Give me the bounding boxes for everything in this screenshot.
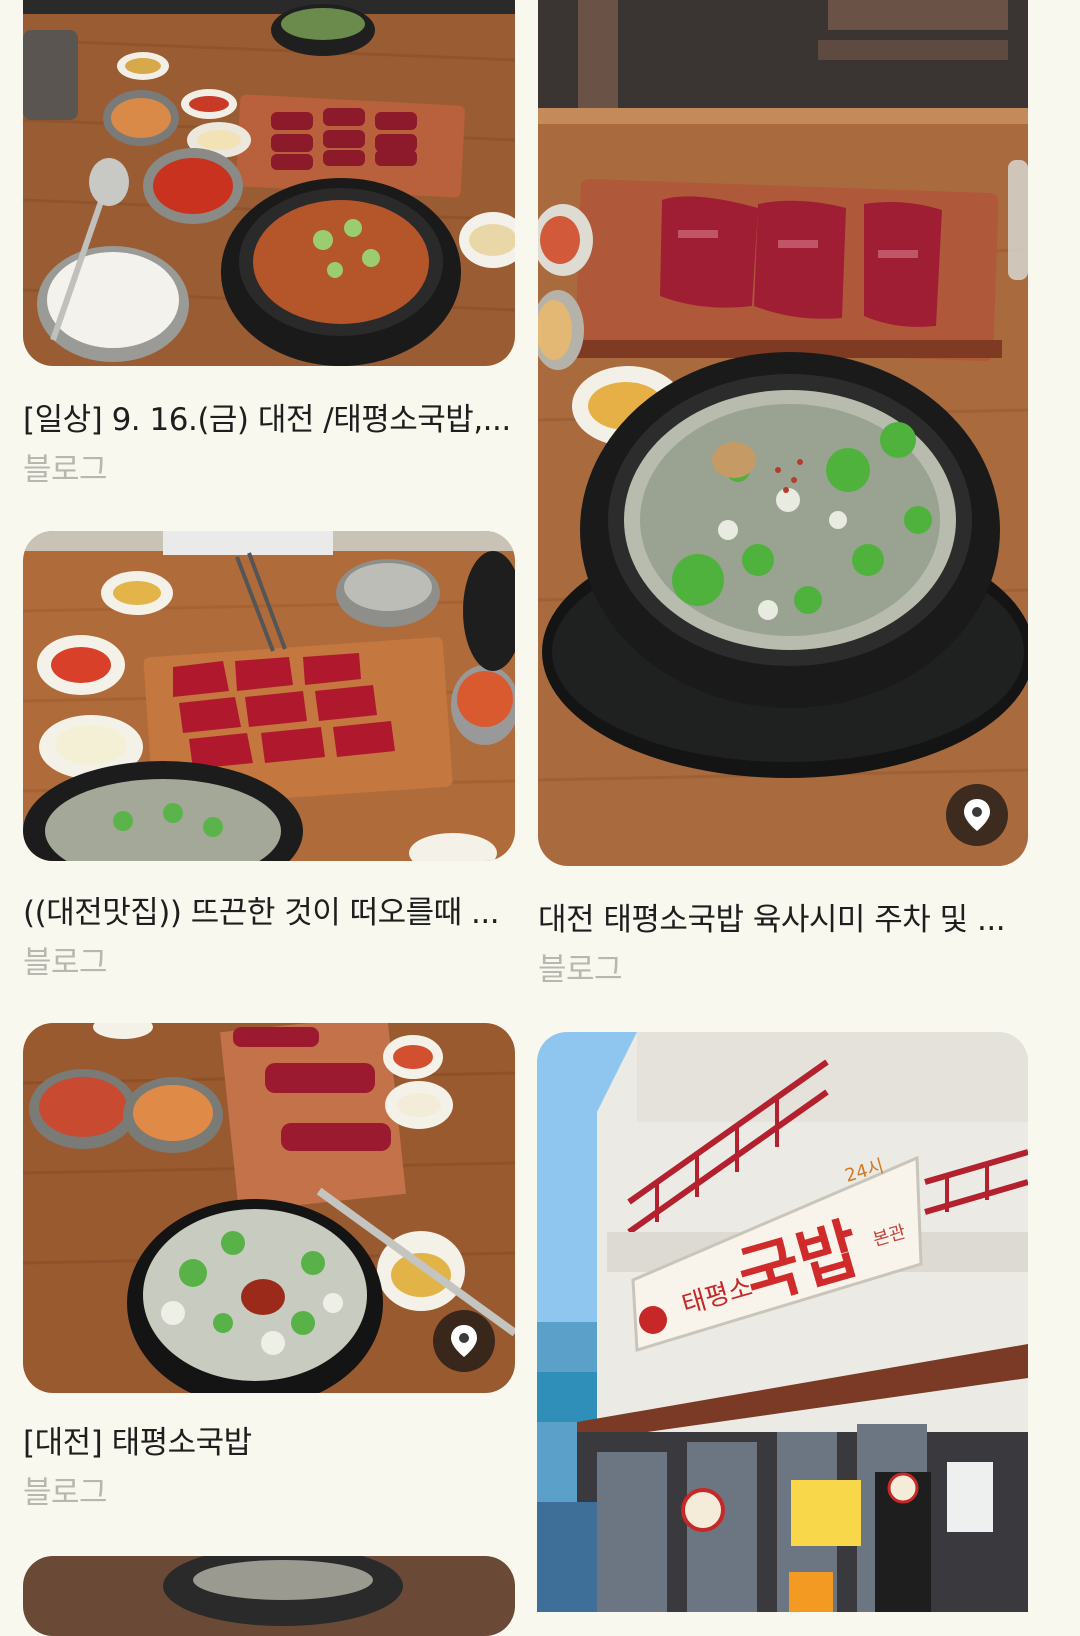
result-card[interactable]: 태평소 국밥 24시 본관 [537,1032,1028,1612]
food-photo [23,0,515,366]
source-label: 블로그 [538,952,623,988]
result-title[interactable]: [일상] 9. 16.(금) 대전 /태평소국밥,... [23,394,515,439]
thumbnail-image[interactable] [23,531,515,861]
source-label: 블로그 [23,452,108,488]
source-label: 블로그 [23,945,108,981]
result-card[interactable]: [일상] 9. 16.(금) 대전 /태평소국밥,... 블로그 [23,0,515,490]
food-photo [538,0,1028,866]
result-card[interactable]: 대전 태평소국밥 육사시미 주차 및 ... 블로그 [538,0,1028,990]
source-label: 블로그 [23,1475,108,1511]
food-photo [23,531,515,861]
location-pin-button[interactable] [946,784,1008,846]
location-pin-button[interactable] [433,1310,495,1372]
result-title[interactable]: [대전] 태평소국밥 [23,1417,515,1462]
location-pin-icon [964,799,990,831]
thumbnail-image[interactable]: 태평소 국밥 24시 본관 [537,1032,1028,1612]
thumbnail-image[interactable] [23,1556,515,1636]
result-title[interactable]: ((대전맛집)) 뜨끈한 것이 떠오를때 ... [23,887,515,932]
thumbnail-image[interactable] [23,0,515,366]
thumbnail-image[interactable] [538,0,1028,866]
result-card[interactable]: ((대전맛집)) 뜨끈한 것이 떠오를때 ... 블로그 [23,531,515,991]
storefront-photo: 태평소 국밥 24시 본관 [537,1032,1028,1612]
location-pin-icon [451,1325,477,1357]
result-card[interactable]: [대전] 태평소국밥 블로그 [23,1023,515,1511]
food-photo [23,1556,515,1636]
result-card-partial[interactable] [23,1556,515,1636]
result-title[interactable]: 대전 태평소국밥 육사시미 주차 및 ... [538,894,1028,939]
